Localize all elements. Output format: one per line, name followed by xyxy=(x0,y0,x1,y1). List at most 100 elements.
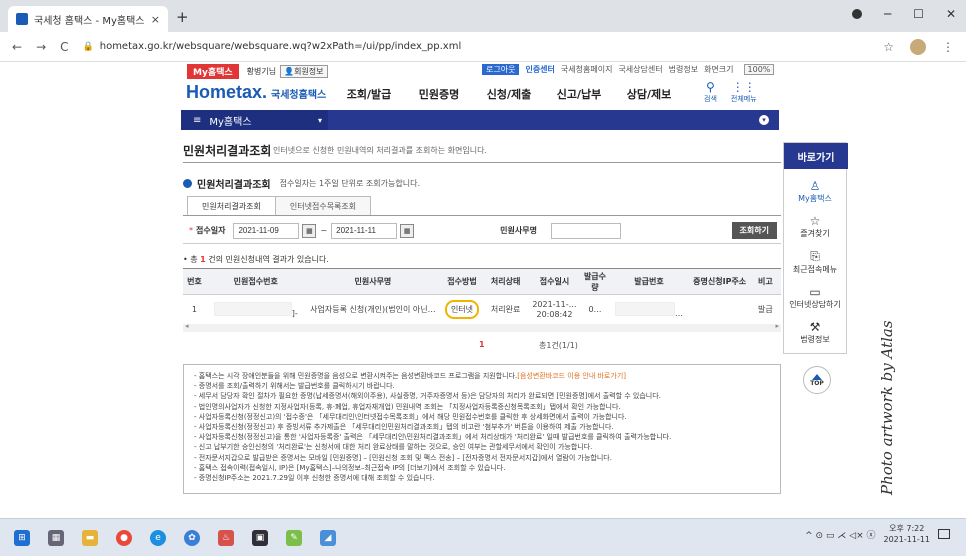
tab-close-icon[interactable]: × xyxy=(151,13,160,26)
result-tabs: 민원처리결과조회 인터넷접수목록조회 xyxy=(187,196,372,216)
scroll-top-button[interactable]: TOP xyxy=(803,366,831,394)
col-office: 민원사무명 xyxy=(305,268,441,295)
quick-myhometax-label: My홈택스 xyxy=(798,194,832,203)
col-method: 접수방법 xyxy=(440,268,484,295)
util-link-1[interactable]: 국세상담센터 xyxy=(618,64,662,75)
watermark-text: Photo artwork by Atlas xyxy=(878,320,896,496)
main-menu: 조회/발급 민원증명 신청/제출 신고/납부 상담/제보 xyxy=(334,86,684,102)
task-view-icon[interactable]: ▦ xyxy=(48,529,64,546)
url-field[interactable]: 🔒 hometax.go.kr/websquare/websquare.wq?w… xyxy=(83,41,462,52)
quick-law-info[interactable]: ⚒ 법령정보 xyxy=(784,320,846,345)
date-label: 접수일자 xyxy=(196,226,226,235)
subnav-expand-icon[interactable]: ▾ xyxy=(759,115,769,125)
tray-icons[interactable]: ^ ⊙ ▭ ⋌ ◁× ⓧ xyxy=(805,528,875,541)
scroll-left-icon[interactable]: ◂ xyxy=(185,322,189,330)
maximize-button[interactable]: ☐ xyxy=(913,7,924,21)
forward-button[interactable]: → xyxy=(36,40,46,54)
tabs-divider xyxy=(183,215,781,216)
record-icon[interactable] xyxy=(851,9,862,19)
search-button[interactable]: 조회하기 xyxy=(731,222,777,239)
logout-button[interactable]: 로그아웃 xyxy=(482,64,520,75)
col-status: 처리상태 xyxy=(483,268,528,295)
notice-line: - 홈택스 접속이력(접속일시, IP)은 [My홈택스]–나의정보–최근접속 … xyxy=(194,463,506,472)
notice-text: - 홈택스는 시각 장애인분들을 위해 민원증명을 음성으로 변환시켜주는 음성… xyxy=(194,372,518,380)
close-window-button[interactable]: ✕ xyxy=(946,7,956,21)
tab-result-inquiry[interactable]: 민원처리결과조회 xyxy=(187,196,276,216)
method-highlight: 인터넷 xyxy=(444,300,480,319)
table-row[interactable]: 1 ]- 사업자등록 신청(개인)(법인이 아닌… 인터넷 처리완료 2021-… xyxy=(183,294,781,325)
clock[interactable]: 오후 7:22 2021-11-11 xyxy=(884,523,931,545)
page-1-button[interactable]: 1 xyxy=(479,340,485,349)
browser-menu-icon[interactable]: ⋮ xyxy=(942,40,954,54)
menu-consult[interactable]: 상담/제보 xyxy=(614,86,684,102)
calendar-to-icon[interactable]: ▦ xyxy=(400,223,415,238)
chevron-down-icon: ▾ xyxy=(317,115,322,125)
all-menu-label: 전체메뉴 xyxy=(730,95,757,103)
cert-center-link[interactable]: 인증센터 xyxy=(525,64,554,75)
col-datetime: 접수일시 xyxy=(527,268,582,295)
subnav-current[interactable]: ≡ My홈택스 ▾ xyxy=(181,110,328,130)
bookmark-star-icon[interactable]: ☆ xyxy=(883,40,894,54)
calendar-from-icon[interactable]: ▦ xyxy=(302,223,317,238)
cell-receipt-no[interactable]: ]- xyxy=(205,294,306,325)
receipt-no-text: ]- xyxy=(291,308,298,318)
quick-favorites[interactable]: ☆ 즐겨찾기 xyxy=(784,214,846,239)
minimize-button[interactable]: ─ xyxy=(884,7,891,21)
sound-app-icon[interactable]: ◢ xyxy=(320,529,336,546)
tab-internet-receipts[interactable]: 인터넷접수목록조회 xyxy=(275,196,372,216)
quick-myhometax[interactable]: ♙ My홈택스 xyxy=(784,179,846,204)
reload-button[interactable]: C xyxy=(60,40,68,54)
myhometax-badge[interactable]: My홈택스 xyxy=(187,63,239,79)
table-horizontal-scrollbar[interactable]: ◂ ▸ xyxy=(183,322,781,332)
notice-line: - 사업자등록신청(정정신고)을 통한 '사업자등록증' 출력은 「세무대리인\… xyxy=(194,433,672,442)
search-tool[interactable]: ⚲ 검색 xyxy=(704,80,717,104)
system-tray: ^ ⊙ ▭ ⋌ ◁× ⓧ 오후 7:22 2021-11-11 xyxy=(805,523,950,545)
date-to-input[interactable] xyxy=(331,222,398,239)
utility-links: 로그아웃 인증센터 국세청홈페이지 국세상담센터 법령정보 화면크기 100% xyxy=(482,64,775,75)
photos-icon[interactable]: ♨ xyxy=(218,529,234,546)
quick-recent-menu[interactable]: ⎘ 최근접속메뉴 xyxy=(784,249,846,275)
paint-icon[interactable]: ✎ xyxy=(286,529,302,546)
browser-tabbar: 국세청 홈택스 - My홈택스 × + ─ ☐ ✕ xyxy=(0,0,966,32)
star-icon: ☆ xyxy=(809,214,821,228)
notice-line: - 법인명의사업자가 신청한 지정사업자(등록, 휴·폐업, 휴업자재개업) 민… xyxy=(194,402,621,411)
windows-start-icon[interactable]: ⊞ xyxy=(14,529,30,546)
app-icon[interactable]: ✿ xyxy=(184,529,200,546)
quick-law-label: 법령정보 xyxy=(800,335,830,344)
menu-certificate[interactable]: 민원증명 xyxy=(404,86,474,102)
cell-issue-no[interactable]: … xyxy=(608,294,690,325)
user-info-button[interactable]: 👤회원정보 xyxy=(280,64,328,78)
util-link-0[interactable]: 국세청홈페이지 xyxy=(561,64,613,75)
menu-application[interactable]: 신청/제출 xyxy=(474,86,544,102)
result-count-prefix: • 총 xyxy=(183,255,198,264)
back-button[interactable]: ← xyxy=(12,40,22,54)
search-icon: ⚲ xyxy=(706,80,715,94)
chrome-icon[interactable]: ● xyxy=(116,529,132,546)
notification-icon[interactable] xyxy=(938,529,950,539)
quick-online-consult[interactable]: ▭ 인터넷상담하기 xyxy=(784,285,846,310)
menu-inquiry[interactable]: 조회/발급 xyxy=(334,86,404,102)
all-menu-tool[interactable]: ⋮⋮ 전체메뉴 xyxy=(731,80,757,104)
window-controls: ─ ☐ ✕ xyxy=(851,7,956,21)
profile-avatar[interactable] xyxy=(910,38,926,55)
col-ip: 증명신청IP주소 xyxy=(689,268,750,295)
file-explorer-icon[interactable]: ▬ xyxy=(82,529,98,546)
date-from-input[interactable] xyxy=(233,222,300,239)
cell-note[interactable]: 발급 xyxy=(749,294,781,325)
edge-icon[interactable]: e xyxy=(150,529,166,546)
scroll-right-icon[interactable]: ▸ xyxy=(775,322,779,330)
barcode-guide-link[interactable]: [음성변환바코드 이용 안내 바로가기] xyxy=(517,372,626,380)
cell-datetime: 2021-11-… 20:08:42 xyxy=(527,294,582,325)
browser-tab[interactable]: 국세청 홈택스 - My홈택스 × xyxy=(8,6,168,32)
notice-line: - 세무서 담당자 확인 절차가 필요한 증명(납세증명서(해외이주용), 사실… xyxy=(194,392,661,401)
hometax-logo[interactable]: Hometax. 국세청홈택스 xyxy=(186,82,326,103)
zoom-select[interactable]: 100% xyxy=(743,64,775,75)
quick-favorites-label: 즐겨찾기 xyxy=(800,229,830,238)
util-link-2[interactable]: 법령정보 xyxy=(669,64,698,75)
new-tab-button[interactable]: + xyxy=(176,8,189,26)
menu-report-payment[interactable]: 신고/납부 xyxy=(544,86,614,102)
result-count-number: 1 xyxy=(200,255,206,264)
media-icon[interactable]: ▣ xyxy=(252,529,268,546)
col-note: 비고 xyxy=(749,268,781,295)
office-input[interactable] xyxy=(550,222,621,239)
